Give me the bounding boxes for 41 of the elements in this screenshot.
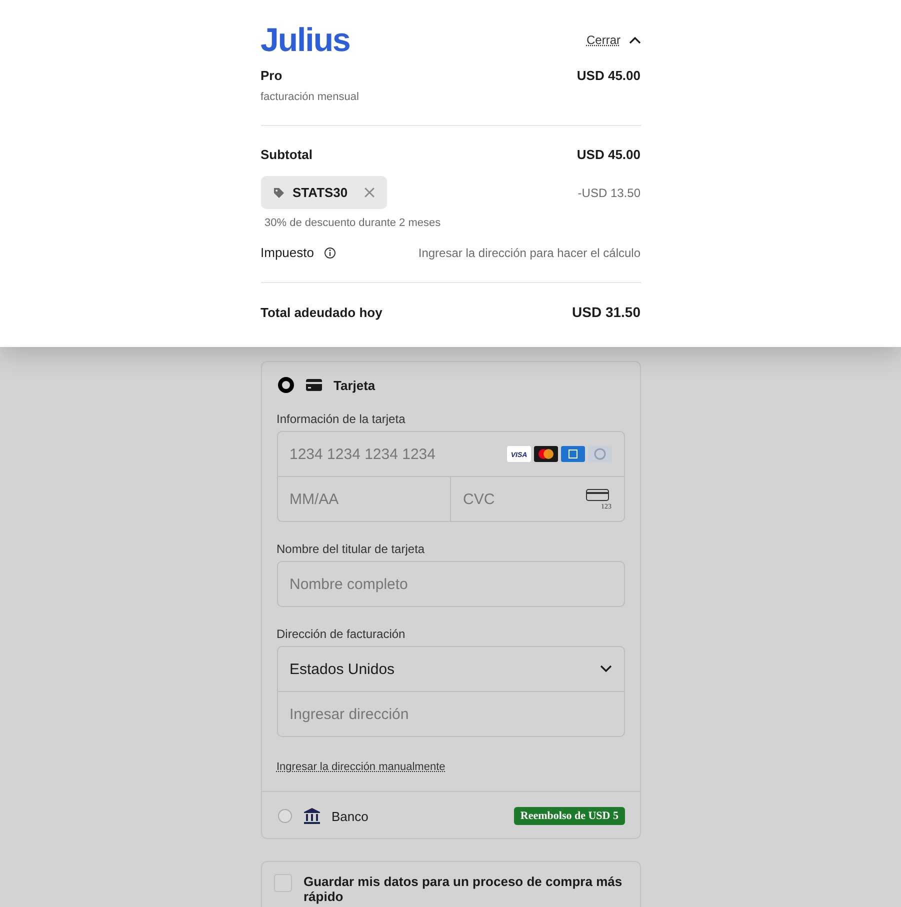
cvc-field[interactable]: CVC xyxy=(463,489,586,509)
card-number-field[interactable]: 1234 1234 1234 1234 xyxy=(290,444,506,464)
chevron-down-icon xyxy=(600,665,612,673)
tax-hint: Ingresar la dirección para hacer el cálculo xyxy=(418,246,640,260)
remove-icon[interactable] xyxy=(364,187,375,198)
field-label: Dirección de facturación xyxy=(276,627,406,641)
mastercard-icon xyxy=(534,446,558,462)
plan-name: Pro xyxy=(260,68,282,83)
discount-note: 30% de descuento durante 2 meses xyxy=(264,217,442,229)
radio-button[interactable] xyxy=(278,377,294,393)
amex-icon xyxy=(560,446,584,462)
address-field[interactable]: Ingresar dirección xyxy=(290,704,612,724)
subtotal-label: Subtotal xyxy=(260,147,312,162)
total-amount: USD 31.50 xyxy=(572,304,640,320)
billing-period: facturación mensual xyxy=(260,91,360,103)
manual-address-link[interactable]: Ingresar la dirección manualmente xyxy=(276,761,446,773)
checkbox[interactable] xyxy=(274,874,292,892)
tag-icon xyxy=(272,186,284,198)
plan-price: USD 45.00 xyxy=(576,68,640,83)
diners-icon xyxy=(588,446,612,462)
promo-code: STATS30 xyxy=(292,185,348,200)
expiry-field[interactable]: MM/AA xyxy=(290,489,438,509)
info-icon[interactable] xyxy=(324,246,336,258)
tax-label: Impuesto xyxy=(260,245,314,260)
cashback-badge: Reembolso de USD 5 xyxy=(514,807,624,825)
close-button[interactable]: Cerrar xyxy=(586,33,640,47)
save-info-label: Guardar mis datos para un proceso de compra más rápido xyxy=(304,874,624,904)
subtotal-amount: USD 45.00 xyxy=(576,147,640,162)
bank-icon xyxy=(304,808,320,824)
field-label: Nombre del titular de tarjeta xyxy=(276,542,426,556)
payment-method-label: Tarjeta xyxy=(334,378,376,392)
total-label: Total adeudado hoy xyxy=(260,304,382,320)
logo: Julius xyxy=(260,21,350,59)
discount-amount: -USD 13.50 xyxy=(578,186,640,200)
caret-icon xyxy=(628,36,640,44)
radio-button[interactable] xyxy=(278,809,292,823)
credit-card-icon xyxy=(306,379,322,391)
field-label: Información de la tarjeta xyxy=(276,412,406,426)
country-select[interactable]: Estados Unidos xyxy=(278,647,624,691)
payment-method-label: Banco xyxy=(332,808,368,824)
cardholder-name-field[interactable]: Nombre completo xyxy=(276,561,624,607)
